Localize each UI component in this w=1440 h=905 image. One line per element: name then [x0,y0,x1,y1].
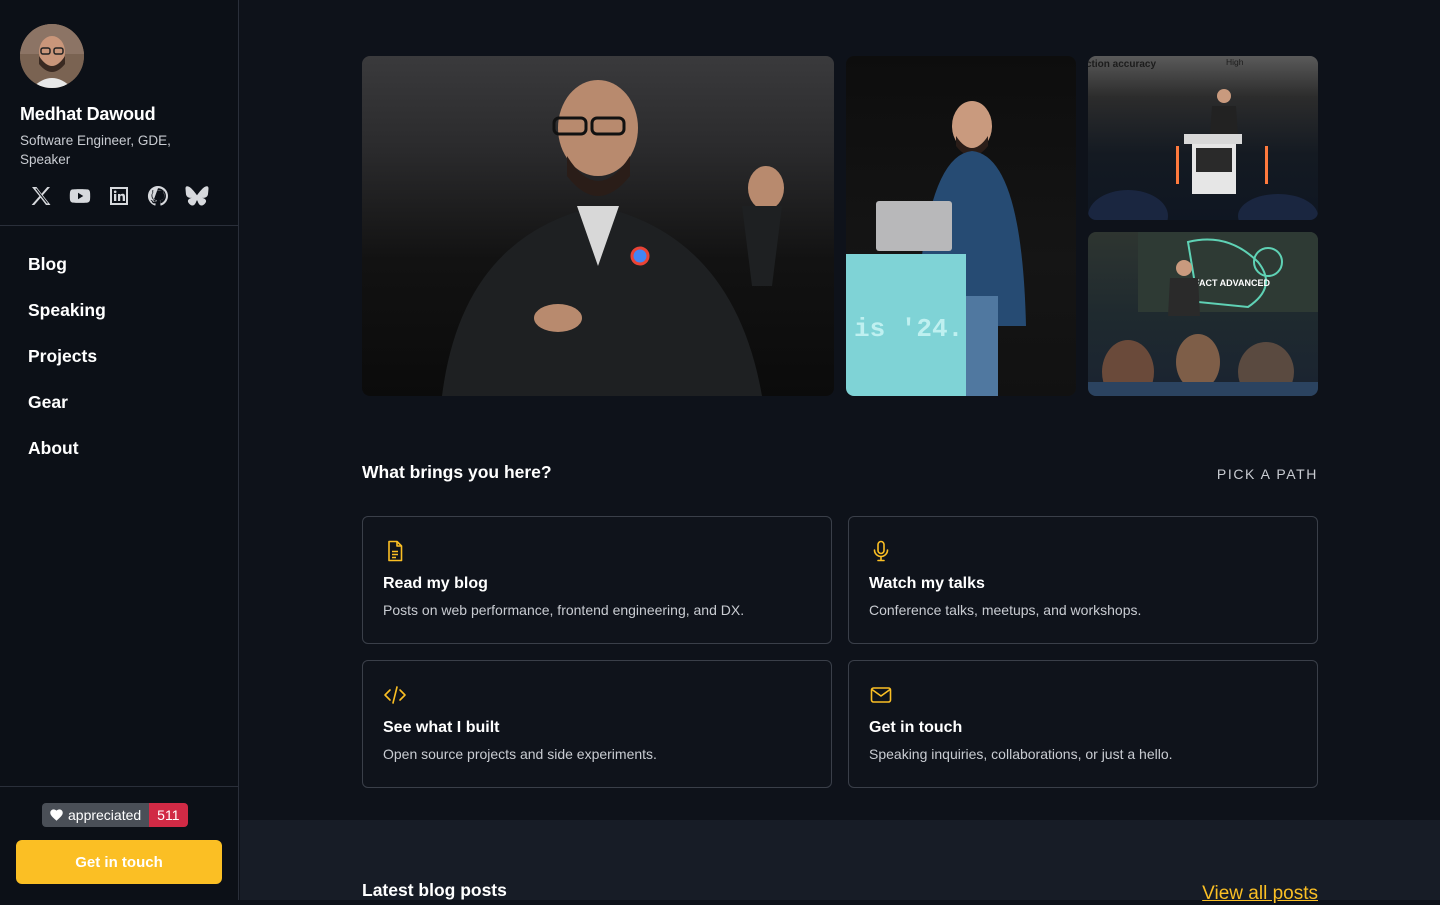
github-icon[interactable] [145,183,171,209]
card-description: Speaking inquiries, collaborations, or j… [869,746,1173,762]
main-content: is '24. ction accuracy High FACT ADVANCE… [240,0,1440,904]
sidebar-footer: appreciated 511 Get in touch [0,786,238,900]
card-watch-talks[interactable]: Watch my talks Conference talks, meetups… [848,516,1318,644]
card-title: See what I built [383,719,500,736]
intro-title: What brings you here? [362,462,552,482]
badge-count: 511 [149,803,188,827]
code-icon [383,683,407,707]
social-links [20,183,218,209]
card-title: Get in touch [869,719,963,736]
photo-gallery: is '24. ction accuracy High FACT ADVANCE… [362,56,1318,396]
intro-tag: PICK A PATH [1216,466,1318,482]
card-see-built[interactable]: See what I built Open source projects an… [362,660,832,788]
nav-item-about[interactable]: About [0,434,238,480]
speaker-photo-main[interactable] [362,56,834,396]
mail-icon [869,683,893,707]
nav-item-projects[interactable]: Projects [0,342,238,388]
badge-label: appreciated [68,807,142,823]
slide-text-2: High [1226,57,1244,67]
card-description: Conference talks, meetups, and workshops… [869,602,1142,618]
screen-text: FACT ADVANCED [1194,278,1270,288]
view-all-posts-link[interactable]: View all posts [1202,883,1318,905]
get-in-touch-button[interactable]: Get in touch [16,840,222,884]
document-icon [383,539,407,563]
card-read-blog[interactable]: Read my blog Posts on web performance, f… [362,516,832,644]
podium-text: is '24. [854,314,963,344]
slide-text-1: ction accuracy [1088,59,1156,70]
main-nav: Blog Speaking Projects Gear About [0,226,238,480]
card-title: Watch my talks [869,575,985,592]
card-description: Posts on web performance, frontend engin… [383,602,745,618]
x-icon[interactable] [28,183,54,209]
nav-item-gear[interactable]: Gear [0,388,238,434]
latest-posts-section: Latest blog posts View all posts [240,820,1440,904]
speaker-photo-stage[interactable]: ction accuracy High [1088,56,1318,220]
sidebar: Medhat Dawoud Software Engineer, GDE, Sp… [0,0,239,900]
youtube-icon[interactable] [67,183,93,209]
speaker-photo-podium[interactable]: is '24. [846,56,1076,396]
card-description: Open source projects and side experiment… [383,746,657,762]
nav-item-blog[interactable]: Blog [0,250,238,296]
card-get-in-touch[interactable]: Get in touch Speaking inquiries, collabo… [848,660,1318,788]
latest-posts-title: Latest blog posts [362,880,507,900]
avatar[interactable] [20,24,84,88]
linkedin-icon[interactable] [106,183,132,209]
card-title: Read my blog [383,575,488,592]
speaker-photo-audience[interactable]: FACT ADVANCED [1088,232,1318,396]
appreciated-badge[interactable]: appreciated 511 [42,803,188,827]
heart-icon [50,809,63,821]
microphone-icon [869,539,893,563]
profile-role: Software Engineer, GDE, Speaker [20,133,171,167]
intro-section-header: What brings you here? PICK A PATH [362,462,1318,486]
nav-item-speaking[interactable]: Speaking [0,296,238,342]
profile-name: Medhat Dawoud [20,104,156,124]
profile-section: Medhat Dawoud Software Engineer, GDE, Sp… [0,0,238,226]
bluesky-icon[interactable] [184,183,210,209]
